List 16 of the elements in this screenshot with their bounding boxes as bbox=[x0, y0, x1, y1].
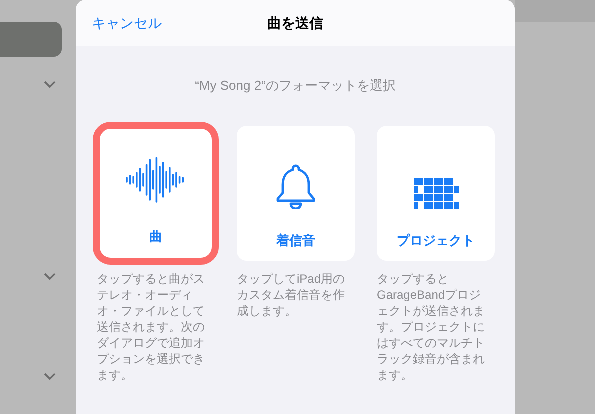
cancel-button[interactable]: キャンセル bbox=[92, 13, 162, 34]
waveform-icon bbox=[125, 154, 187, 204]
format-card[interactable]: 曲 bbox=[93, 122, 219, 264]
chevron-icon[interactable] bbox=[44, 81, 56, 89]
format-card[interactable]: プロジェクト bbox=[377, 126, 495, 260]
format-card[interactable]: 着信音 bbox=[237, 126, 355, 260]
brick-wall-icon bbox=[414, 178, 458, 208]
bell-icon bbox=[275, 162, 317, 208]
chevron-icon[interactable] bbox=[44, 273, 56, 281]
dialog-title: 曲を送信 bbox=[268, 14, 324, 32]
option-description: タップしてiPad用のカスタム着信音を作成します。 bbox=[237, 270, 346, 318]
format-prompt: “My Song 2”のフォーマットを選択 bbox=[195, 77, 396, 95]
chevron-icon[interactable] bbox=[44, 373, 56, 381]
sidebar-row-highlight bbox=[0, 22, 62, 57]
option-description: タップすると曲がステレオ・オーディオ・ファイルとして送信されます。次のダイアログで追加オプションを選択できます。 bbox=[97, 270, 206, 382]
option-description: タップするとGarageBandプロジェクトが送信されます。プロジェクトにはすべてのマルチトラック録音が含まれます。 bbox=[377, 270, 486, 382]
